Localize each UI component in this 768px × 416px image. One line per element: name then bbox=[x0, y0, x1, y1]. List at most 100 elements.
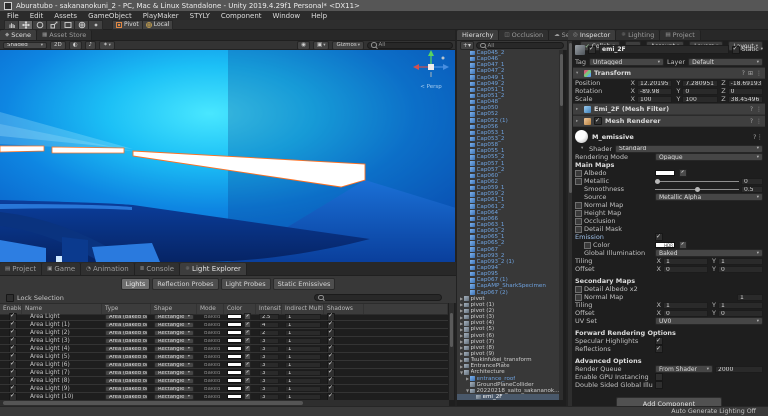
help-icon[interactable]: ? bbox=[742, 70, 745, 77]
light-intensity-field[interactable]: 3 bbox=[259, 353, 279, 360]
light-color-swatch[interactable] bbox=[227, 394, 242, 399]
secondary-normal-value-field[interactable]: 1 bbox=[737, 293, 763, 301]
hierarchy-item-emi-2f[interactable]: emi_2F bbox=[457, 393, 563, 400]
light-color-swatch[interactable] bbox=[227, 362, 242, 367]
gi-dropdown[interactable]: Baked bbox=[655, 249, 763, 257]
texture-slot-icon[interactable] bbox=[575, 209, 582, 217]
uv-set-dropdown[interactable]: UV0 bbox=[655, 317, 763, 325]
menu-styly[interactable]: STYLY bbox=[190, 12, 210, 20]
gameobject-active-checkbox[interactable] bbox=[588, 45, 596, 54]
mesh-filter-component-header[interactable]: ▸ Emi_2F (Mesh Filter) ? ⋮ bbox=[573, 103, 765, 115]
inspector-tab-project[interactable]: ▤ Project bbox=[660, 30, 701, 40]
bottom-tab-project[interactable]: ▤ Project bbox=[0, 263, 43, 275]
eyedropper-icon[interactable] bbox=[244, 377, 251, 384]
bottom-tab-light-explorer[interactable]: ☼ Light Explorer bbox=[180, 263, 247, 275]
mesh-renderer-enabled-checkbox[interactable] bbox=[594, 117, 602, 125]
light-enabled-checkbox[interactable] bbox=[9, 345, 17, 352]
texture-slot-icon[interactable] bbox=[575, 217, 582, 225]
light-shadows-checkbox[interactable] bbox=[327, 393, 335, 400]
light-shape-dropdown[interactable]: Rectangle bbox=[154, 345, 194, 352]
hierarchy-scrollbar[interactable] bbox=[559, 50, 563, 400]
eyedropper-icon[interactable] bbox=[679, 169, 687, 177]
light-type-dropdown[interactable]: Area (baked only) bbox=[105, 321, 148, 328]
light-shadows-checkbox[interactable] bbox=[327, 353, 335, 360]
menu-file[interactable]: File bbox=[7, 12, 19, 20]
tiling-x-field[interactable]: 1 bbox=[663, 257, 708, 265]
light-intensity-field[interactable]: 3 bbox=[259, 361, 279, 368]
light-color-swatch[interactable] bbox=[227, 386, 242, 391]
scene-tab-scene[interactable]: ◆ Scene bbox=[0, 30, 38, 40]
offset2-x-field[interactable]: 0 bbox=[663, 309, 708, 317]
light-type-dropdown[interactable]: Area (baked only) bbox=[105, 369, 148, 376]
add-component-button[interactable]: Add Component bbox=[616, 397, 722, 406]
layer-dropdown[interactable]: Default bbox=[688, 58, 764, 66]
light-type-dropdown[interactable]: Area (baked only) bbox=[105, 385, 148, 392]
tiling2-y-field[interactable]: 1 bbox=[718, 301, 763, 309]
scene-audio-toggle-icon[interactable]: ♪ bbox=[84, 40, 97, 50]
offset-y-field[interactable]: 0 bbox=[718, 265, 763, 273]
mode-light-probes[interactable]: Light Probes bbox=[220, 278, 271, 290]
inspector-tab-inspector[interactable]: ◎ Inspector bbox=[568, 30, 617, 40]
rendering-mode-dropdown[interactable]: Opaque bbox=[655, 153, 763, 161]
light-type-dropdown[interactable]: Area (baked only) bbox=[105, 393, 148, 400]
transform-component-header[interactable]: ▾ Transform ? ⊞ ⋮ bbox=[573, 67, 765, 79]
light-shape-dropdown[interactable]: Rectangle bbox=[154, 369, 194, 376]
light-row-area-light-8-[interactable]: Area Light (8) Area (baked only) Rectangle… bbox=[0, 377, 448, 385]
light-shadows-checkbox[interactable] bbox=[327, 377, 335, 384]
light-color-swatch[interactable] bbox=[227, 354, 242, 359]
light-color-swatch[interactable] bbox=[227, 330, 242, 335]
eyedropper-icon[interactable] bbox=[244, 321, 251, 328]
tiling2-x-field[interactable]: 1 bbox=[663, 301, 708, 309]
light-enabled-checkbox[interactable] bbox=[9, 393, 17, 400]
gizmos-dropdown[interactable]: Gizmos ▾ bbox=[332, 40, 364, 50]
emissive-strip-small[interactable] bbox=[0, 145, 45, 153]
2d-toggle-button[interactable]: 2D bbox=[50, 40, 66, 50]
light-enabled-checkbox[interactable] bbox=[9, 377, 17, 384]
light-shadows-checkbox[interactable] bbox=[327, 329, 335, 336]
auto-generate-lighting-status[interactable]: Auto Generate Lighting Off bbox=[671, 408, 756, 415]
hdr-color-swatch[interactable]: HDR bbox=[655, 242, 675, 248]
light-shadows-checkbox[interactable] bbox=[327, 321, 335, 328]
render-queue-value-field[interactable]: 2000 bbox=[715, 365, 763, 373]
menu-help[interactable]: Help bbox=[311, 12, 327, 20]
menu-playmaker[interactable]: PlayMaker bbox=[143, 12, 179, 20]
eyedropper-icon[interactable] bbox=[244, 369, 251, 376]
eyedropper-icon[interactable] bbox=[244, 393, 251, 400]
bottom-tab-game[interactable]: ▣ Game bbox=[42, 263, 82, 275]
transform-position-z-field[interactable]: -18.69193 bbox=[727, 79, 763, 87]
light-shadows-checkbox[interactable] bbox=[327, 385, 335, 392]
transform-scale-x-field[interactable]: 100 bbox=[637, 95, 673, 103]
texture-slot-icon[interactable] bbox=[575, 177, 582, 185]
offset-x-field[interactable]: 0 bbox=[663, 265, 708, 273]
gameobject-name-field[interactable]: emi_2F bbox=[599, 45, 729, 54]
menu-assets[interactable]: Assets bbox=[54, 12, 77, 20]
light-intensity-field[interactable]: 3 bbox=[259, 385, 279, 392]
light-enabled-checkbox[interactable] bbox=[9, 313, 17, 320]
scene-camera-dropdown-icon[interactable]: ▣ ▾ bbox=[313, 40, 330, 50]
light-intensity-field[interactable]: 4 bbox=[259, 321, 279, 328]
bottom-tab-console[interactable]: ≣ Console bbox=[134, 263, 181, 275]
light-shape-dropdown[interactable]: Rectangle bbox=[154, 313, 194, 320]
eyedropper-icon[interactable] bbox=[244, 313, 251, 320]
light-color-swatch[interactable] bbox=[227, 338, 242, 343]
light-row-area-light-1-[interactable]: Area Light (1) Area (baked only) Rectangle… bbox=[0, 321, 448, 329]
light-explorer-search-input[interactable] bbox=[314, 294, 442, 301]
emission-checkbox[interactable] bbox=[655, 233, 663, 241]
local-toggle-button[interactable]: Local bbox=[141, 19, 174, 30]
light-shadows-checkbox[interactable] bbox=[327, 361, 335, 368]
material-header[interactable]: M_emissive ?⋮ bbox=[573, 127, 765, 144]
albedo-color-swatch[interactable] bbox=[655, 170, 675, 176]
light-shadows-checkbox[interactable] bbox=[327, 313, 335, 320]
inspector-scrollbar[interactable] bbox=[568, 41, 572, 406]
component-menu-icon[interactable]: ⋮ bbox=[757, 133, 764, 141]
help-icon[interactable]: ? bbox=[750, 106, 753, 113]
light-enabled-checkbox[interactable] bbox=[9, 361, 17, 368]
light-enabled-checkbox[interactable] bbox=[9, 369, 17, 376]
reflections-checkbox[interactable] bbox=[655, 345, 663, 353]
eyedropper-icon[interactable] bbox=[679, 241, 687, 249]
light-indirect-multiplier-field[interactable]: 1 bbox=[285, 321, 321, 328]
move-rotate-scale-tool-button[interactable] bbox=[74, 19, 89, 30]
mode-lights[interactable]: Lights bbox=[120, 278, 151, 290]
transform-position-y-field[interactable]: 7.280951 bbox=[682, 79, 718, 87]
light-row-area-light[interactable]: Area Light Area (baked only) Rectangle Bake… bbox=[0, 313, 448, 321]
